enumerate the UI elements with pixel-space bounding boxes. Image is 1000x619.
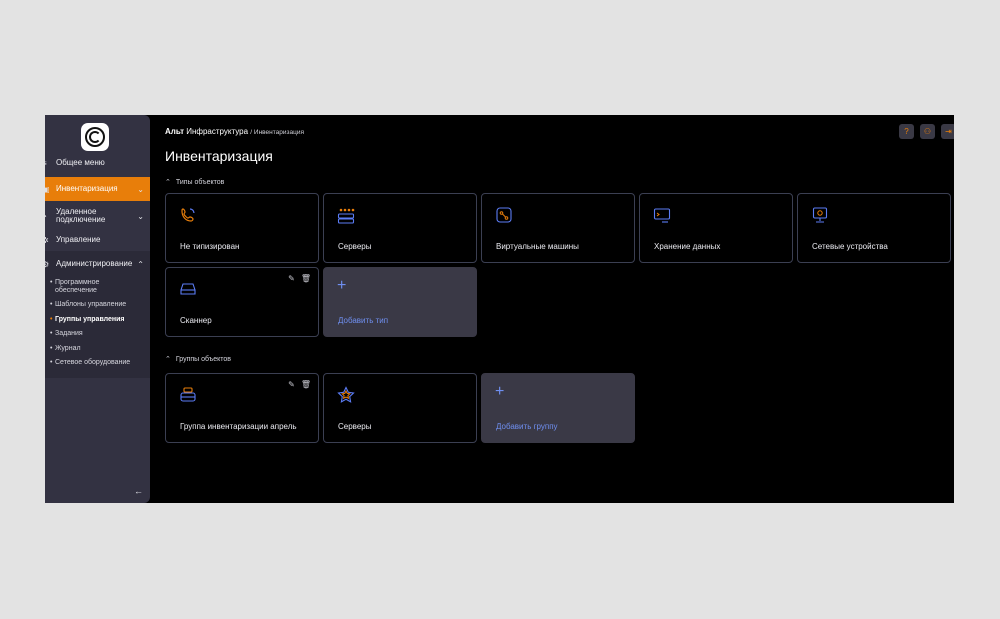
user-button[interactable]: ⚇ (920, 124, 935, 139)
plus-icon: + (337, 277, 347, 294)
sidebar-item-management[interactable]: ✲ Управление (45, 234, 150, 246)
subitem-tasks[interactable]: • Задания (50, 330, 83, 338)
edit-icon[interactable]: ✎ (288, 380, 295, 389)
sidebar-item-administration[interactable]: ⚙ Администрирование ⌃ (45, 258, 150, 270)
sidebar: ≡ Общее меню ▣ Инвентаризация ⌄ ◔ Удален… (45, 115, 150, 503)
type-card-vm[interactable]: Виртуальные машины (481, 193, 635, 263)
help-button[interactable]: ? (899, 124, 914, 139)
admin-gear-icon: ⚙ (45, 259, 50, 269)
settings-icon: ✲ (45, 235, 49, 245)
plus-icon: + (495, 383, 505, 400)
subitem-software[interactable]: • Программное обеспечение (50, 279, 115, 295)
sidebar-item-general-menu[interactable]: ≡ Общее меню (45, 157, 150, 169)
logout-button[interactable]: ⇥ (941, 124, 954, 139)
chevron-down-icon: ⌄ (137, 184, 144, 194)
group-card-servers[interactable]: Серверы (323, 373, 477, 443)
network-device-icon (812, 207, 828, 223)
app-logo[interactable] (81, 123, 109, 151)
group-card-april[interactable]: ✎ 🗑 Группа инвентаризации апрель (165, 373, 319, 443)
type-card-servers[interactable]: Серверы (323, 193, 477, 263)
logout-icon: ⇥ (945, 127, 952, 136)
chevron-down-icon: ⌄ (137, 211, 144, 221)
section-header-groups[interactable]: ⌃ Группы объектов (165, 355, 231, 364)
breadcrumb: Альт Инфраструктура / Инвентаризация (165, 127, 304, 136)
breadcrumb-current[interactable]: / Инвентаризация (250, 129, 304, 136)
servers-icon (337, 208, 355, 224)
subitem-control-groups[interactable]: • Группы управления (50, 316, 125, 324)
brand-bold: Альт (165, 127, 184, 136)
type-card-scanner[interactable]: ✎ 🗑 Сканнер (165, 267, 319, 337)
trash-icon[interactable]: 🗑 (301, 274, 311, 283)
remote-icon: ◔ (45, 212, 50, 221)
chevron-up-icon: ⌃ (165, 179, 171, 186)
add-group-button[interactable]: + Добавить группу (481, 373, 635, 443)
vm-icon (496, 207, 512, 223)
chevron-up-icon: ⌃ (165, 356, 171, 363)
subitem-templates[interactable]: • Шаблоны управление (50, 301, 126, 309)
brand-name: Инфраструктура (186, 127, 249, 136)
sidebar-item-remote[interactable]: ◔ Удаленное подключение ⌄ (45, 206, 150, 226)
box-icon: ▣ (45, 184, 50, 194)
type-card-storage[interactable]: Хранение данных (639, 193, 793, 263)
type-card-untyped[interactable]: Не типизирован (165, 193, 319, 263)
trash-icon[interactable]: 🗑 (301, 380, 311, 389)
type-card-network[interactable]: Сетевые устройства (797, 193, 951, 263)
group-icon (180, 387, 196, 402)
user-icon: ⚇ (923, 127, 932, 136)
subitem-journal[interactable]: • Журнал (50, 345, 81, 353)
subitem-network-equipment[interactable]: • Сетевое оборудование (50, 359, 130, 367)
app-window: ≡ Общее меню ▣ Инвентаризация ⌄ ◔ Удален… (45, 115, 954, 503)
menu-icon: ≡ (45, 159, 50, 168)
sidebar-item-inventory[interactable]: ▣ Инвентаризация ⌄ (45, 177, 150, 201)
collapse-sidebar-icon[interactable]: ← (134, 486, 143, 496)
untyped-icon (181, 208, 195, 222)
section-header-types[interactable]: ⌃ Типы объектов (165, 178, 224, 187)
storage-icon (653, 208, 671, 223)
page-title: Инвентаризация (165, 148, 273, 164)
scanner-icon (180, 283, 196, 295)
add-type-button[interactable]: + Добавить тип (323, 267, 477, 337)
chevron-up-icon: ⌃ (137, 259, 144, 269)
edit-icon[interactable]: ✎ (288, 274, 295, 283)
star-icon (337, 386, 355, 403)
help-icon: ? (904, 127, 909, 136)
